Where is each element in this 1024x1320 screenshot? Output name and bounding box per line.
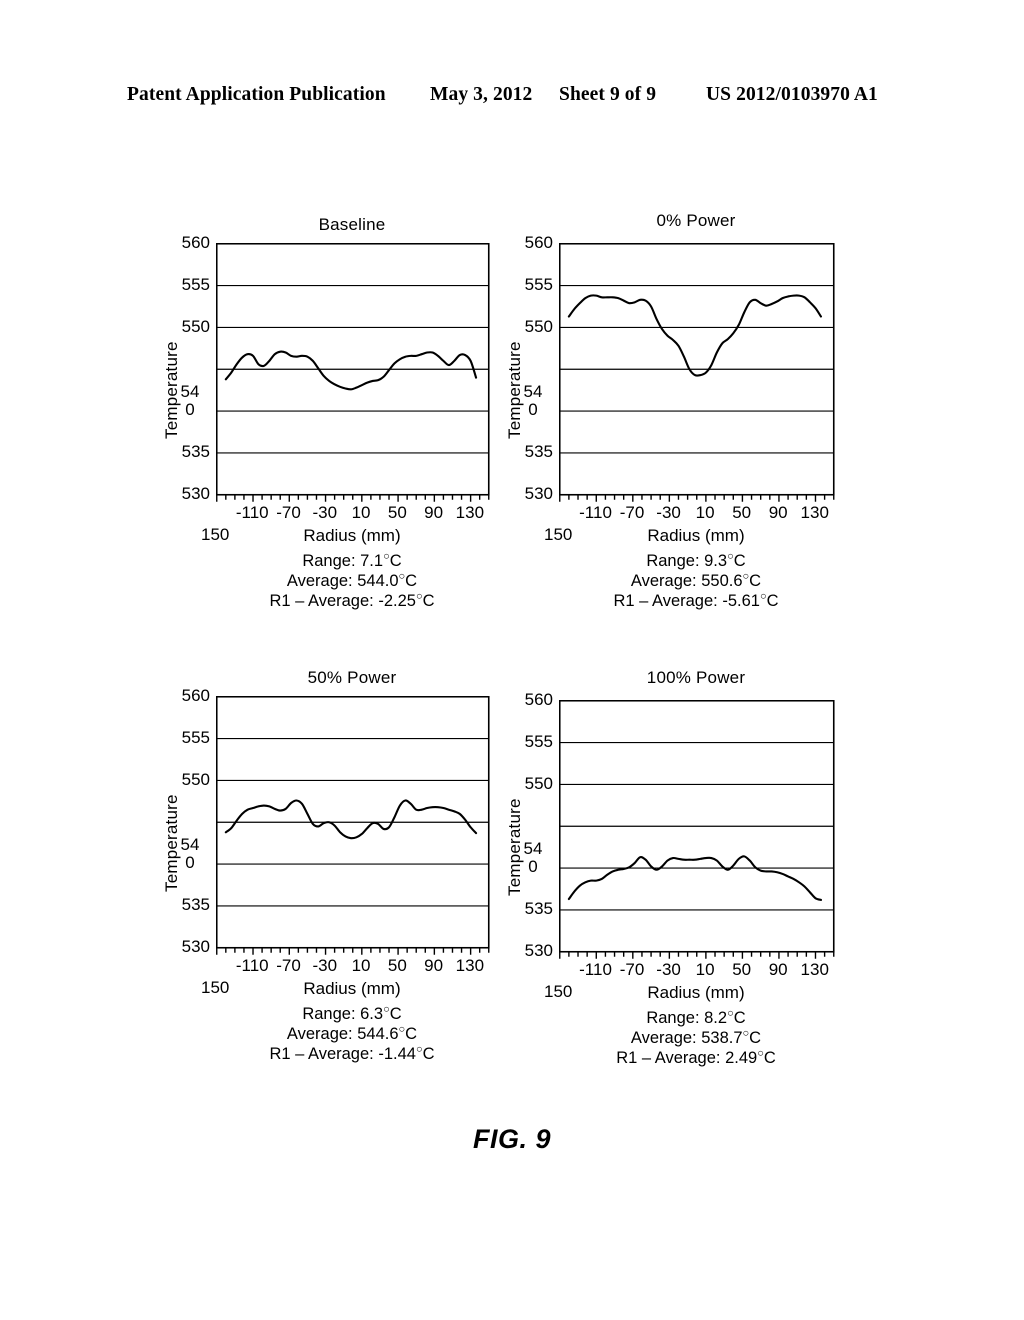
chart-statistics-caption: Range: 8.2○C Average: 538.7○C R1 – Average… [559,1008,833,1068]
chart-title: 100% Power [646,668,746,687]
y-tick-label-535: 535 [524,899,553,919]
plot-area [216,696,490,955]
chart-title: 50% Power [307,668,397,687]
y-tick-label-540-part2: 0 [185,853,195,873]
x-axis-label: Radius (mm) [647,526,745,545]
y-tick-label-550: 550 [524,316,553,336]
y-tick-label-560: 560 [524,233,553,252]
y-tick-label-540-part1: 54 [180,835,200,855]
y-tick-label-550: 550 [524,773,553,793]
y-tick-label-560: 560 [181,233,210,252]
caption-average: Average: 550.6○C [630,570,762,590]
chart-title: 0% Power [656,211,736,230]
caption-average: Average: 544.6○C [286,1023,418,1043]
y-tick-label-535: 535 [181,442,210,462]
y-tick-label-540-part1: 54 [180,382,200,402]
caption-r1-average: R1 – Average: -1.44○C [269,1043,435,1063]
x-tick-label-130: 130 [455,503,485,522]
y-tick-label-530: 530 [181,484,210,503]
x-axis-label: Radius (mm) [303,979,401,998]
chart-statistics-caption: Range: 6.3○C Average: 544.6○C R1 – Average… [216,1004,488,1064]
y-tick-label-555: 555 [181,274,210,294]
figure-9: Baseline Temperature 560 555 550 54 0 535 530 -11… [0,0,1024,1320]
y-tick-label-535: 535 [524,442,553,462]
chart-title: Baseline [318,215,386,234]
figure-label: FIG. 9 [472,1124,551,1154]
x-axis-label: Radius (mm) [303,526,401,545]
temperature-profile-line [224,799,478,840]
y-tick-label-550: 550 [181,769,210,789]
caption-range: Range: 8.2○C [646,1007,746,1027]
x-tick-label-130: 130 [800,960,829,979]
chart-statistics-caption: Range: 9.3○C Average: 550.6○C R1 – Average… [559,551,833,611]
y-tick-label-555: 555 [524,274,553,294]
x-tick-label-130: 130 [800,503,829,522]
y-tick-label-540-part2: 0 [528,400,538,420]
caption-r1-average: R1 – Average: -2.25○C [269,590,435,610]
caption-range: Range: 9.3○C [646,550,746,570]
y-tick-label-555: 555 [524,731,553,751]
plot-area [559,700,835,959]
y-tick-label-530: 530 [524,941,553,960]
plot-area [216,243,490,502]
y-tick-label-560: 560 [181,686,210,705]
y-tick-label-540-part2: 0 [185,400,195,420]
caption-r1-average: R1 – Average: 2.49○C [616,1047,776,1067]
y-tick-label-555: 555 [181,727,210,747]
x-tick-label-130: 130 [455,956,485,975]
caption-r1-average: R1 – Average: -5.61○C [613,590,779,610]
plot-area [559,243,835,502]
y-tick-label-540-part1: 54 [523,382,543,402]
temperature-profile-line [567,855,823,901]
caption-range: Range: 6.3○C [302,1003,402,1023]
chart-statistics-caption: Range: 7.1○C Average: 544.0○C R1 – Average… [216,551,488,611]
y-tick-label-550: 550 [181,316,210,336]
y-tick-label-530: 530 [524,484,553,503]
y-tick-label-535: 535 [181,895,210,915]
x-axis-label: Radius (mm) [647,983,745,1002]
caption-average: Average: 544.0○C [286,570,418,590]
caption-average: Average: 538.7○C [630,1027,762,1047]
y-tick-label-560: 560 [524,690,553,709]
y-tick-label-540-part1: 54 [523,839,543,859]
caption-range: Range: 7.1○C [302,550,402,570]
y-tick-label-540-part2: 0 [528,857,538,877]
temperature-profile-line [224,350,478,391]
temperature-profile-line [567,294,823,377]
y-tick-label-530: 530 [181,937,210,956]
